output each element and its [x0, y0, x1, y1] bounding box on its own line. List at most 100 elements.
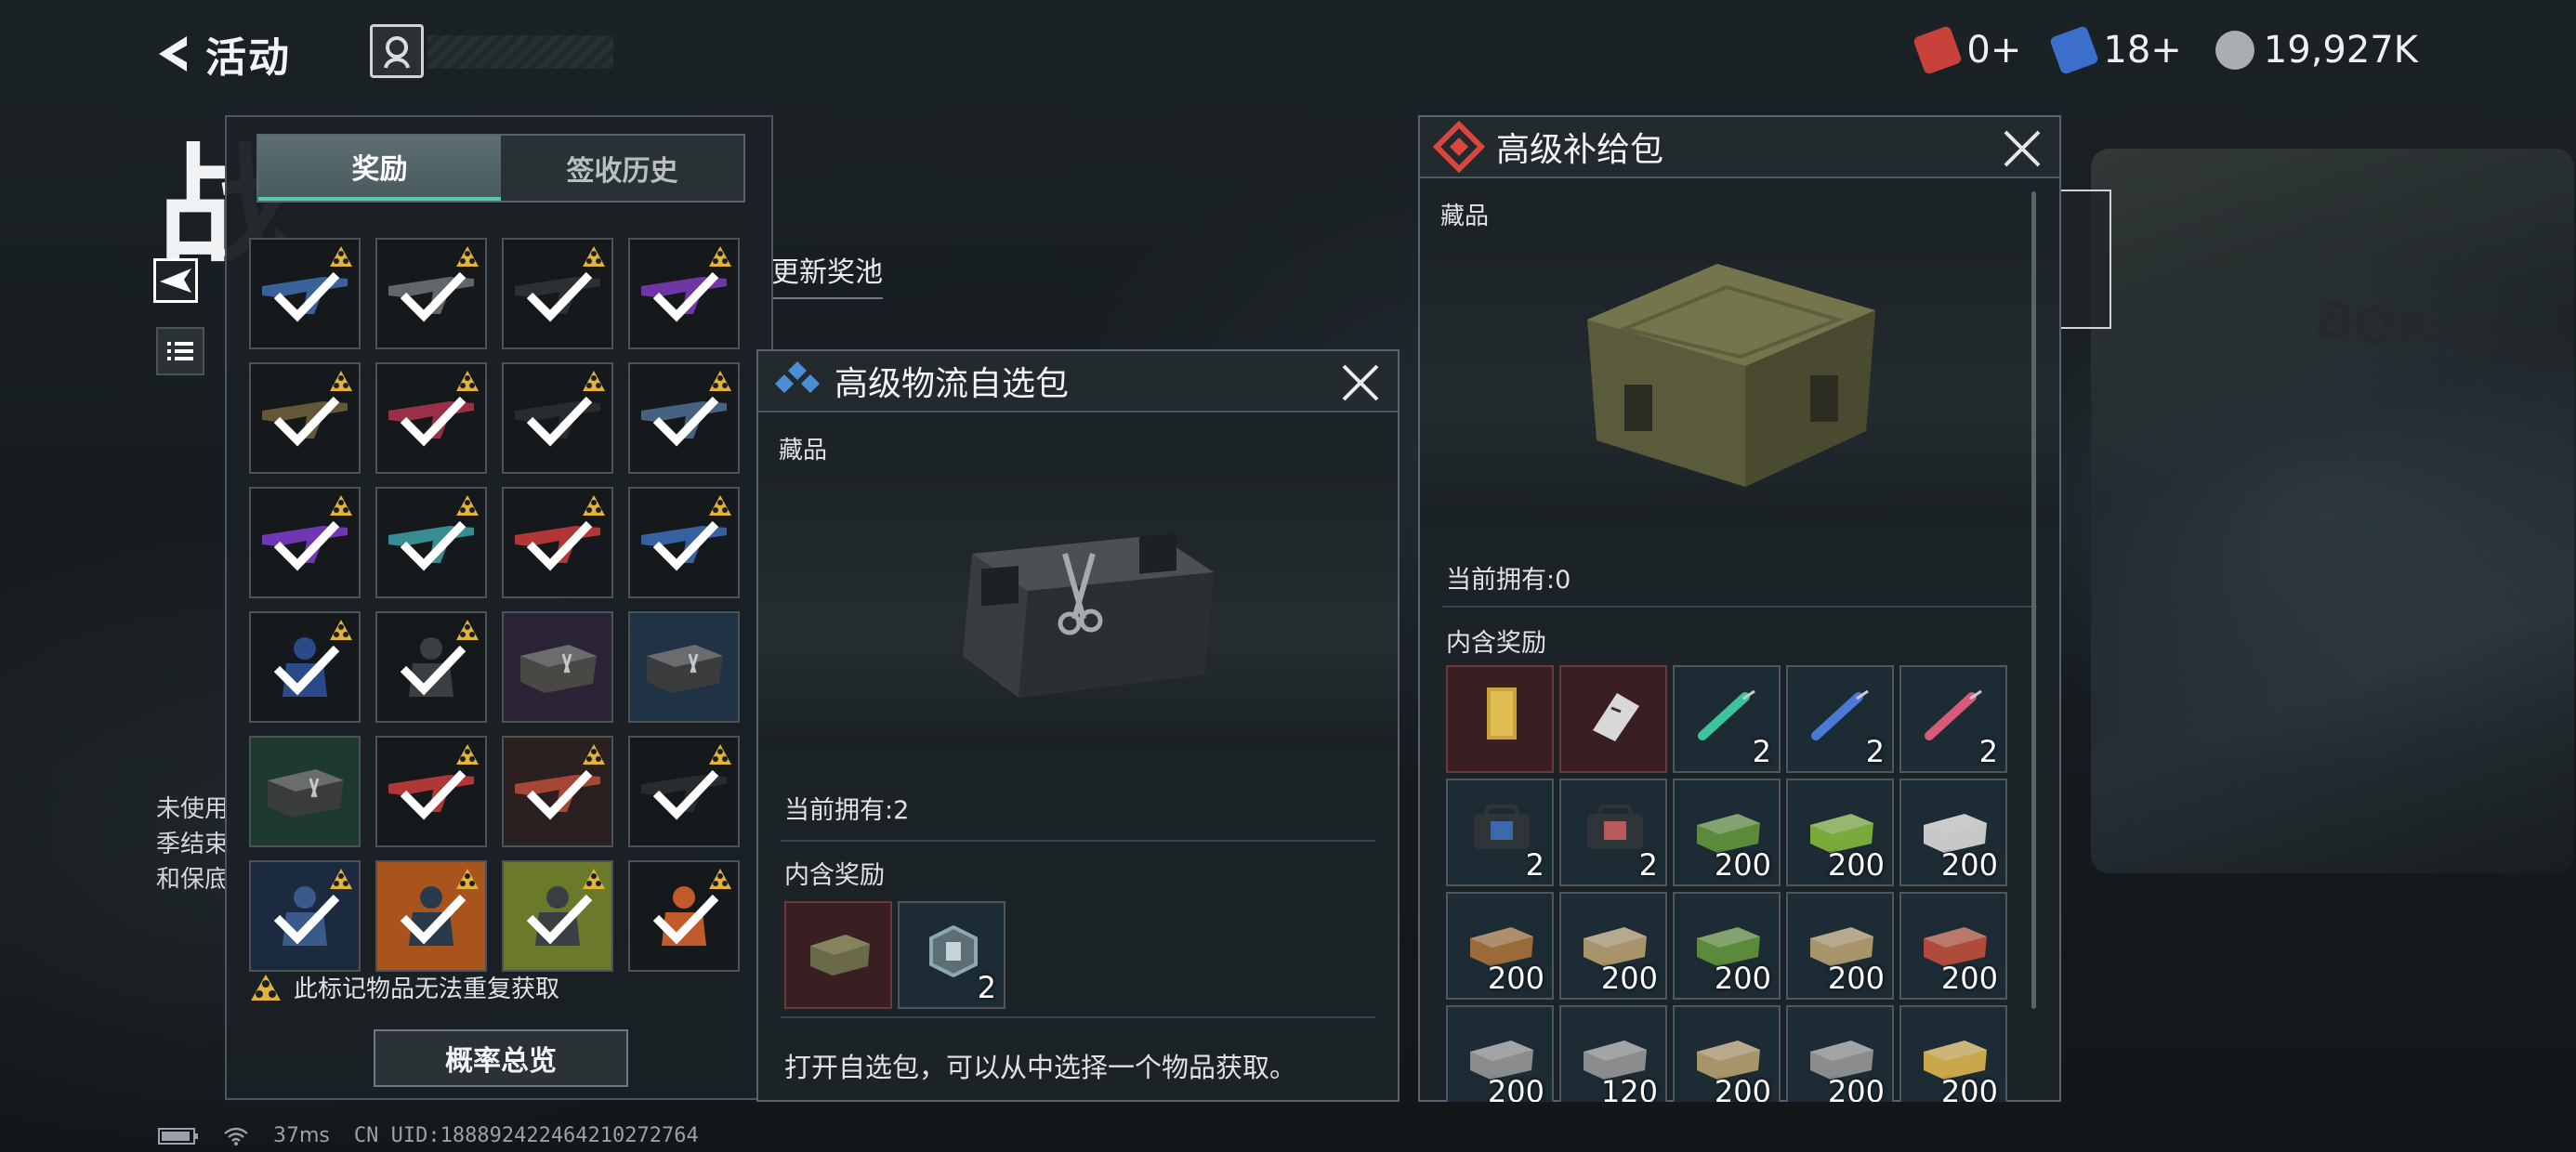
plane-icon: [153, 258, 198, 303]
reward-item[interactable]: [375, 736, 487, 847]
claimed-check-icon: [398, 268, 468, 323]
item-count: 2: [1638, 847, 1658, 883]
reward-content-item[interactable]: 2: [1559, 779, 1667, 886]
supply-case-icon: [520, 645, 597, 693]
note-line: 季结束: [156, 831, 230, 858]
item-count: 200: [1600, 961, 1658, 996]
claimed-check-icon: [398, 766, 468, 821]
reward-item[interactable]: [249, 362, 361, 474]
reward-content-item[interactable]: 2: [1446, 779, 1554, 886]
reward-content-item[interactable]: 200: [1446, 1005, 1554, 1102]
reward-item[interactable]: [502, 238, 613, 349]
item-count: 200: [1714, 961, 1771, 996]
reward-grid: [249, 238, 742, 1070]
reward-item[interactable]: [502, 611, 613, 723]
supply-case-icon: [647, 645, 723, 693]
reward-content-item[interactable]: 120: [1559, 1005, 1667, 1102]
ping-text: 37ms: [273, 1124, 330, 1147]
reward-item[interactable]: [249, 860, 361, 972]
claimed-check-icon: [271, 392, 342, 448]
reward-content-item[interactable]: 2: [1786, 665, 1894, 773]
reward-content-item[interactable]: 200: [1786, 779, 1894, 886]
currency-item[interactable]: 0+: [1912, 25, 2022, 75]
claimed-check-icon: [398, 641, 468, 697]
player-name-bar: [427, 35, 613, 69]
reward-item[interactable]: [628, 736, 740, 847]
scrollbar[interactable]: [2031, 191, 2036, 1009]
reward-content-item[interactable]: 200: [1899, 1005, 2007, 1102]
reward-content-item[interactable]: 2: [898, 901, 1005, 1009]
reward-content-item[interactable]: 200: [1899, 779, 2007, 886]
reward-item[interactable]: [502, 860, 613, 972]
reward-content-item[interactable]: 200: [1786, 892, 1894, 1000]
reward-tabs: 奖励 签收历史: [256, 134, 745, 203]
currency-item[interactable]: 18+: [2049, 25, 2182, 75]
unique-note-text: 此标记物品无法重复获取: [294, 975, 560, 1003]
reward-content-item[interactable]: [784, 901, 892, 1009]
reward-content-item[interactable]: 200: [1673, 779, 1781, 886]
refresh-pool-link[interactable]: 更新奖池: [771, 249, 883, 299]
back-button[interactable]: 活动: [153, 28, 339, 82]
currency-item[interactable]: 19,927K: [2215, 29, 2418, 72]
list-menu-icon[interactable]: [156, 327, 204, 375]
reward-item[interactable]: [375, 860, 487, 972]
unique-mark-icon: [455, 370, 480, 392]
item-count: 200: [1487, 1074, 1544, 1102]
currency-value: 0+: [1966, 29, 2022, 72]
reward-content-item[interactable]: 200: [1559, 892, 1667, 1000]
close-icon[interactable]: [2000, 126, 2044, 171]
reward-content-item[interactable]: 2: [1673, 665, 1781, 773]
reward-item[interactable]: [502, 362, 613, 474]
reward-content-item[interactable]: 200: [1673, 892, 1781, 1000]
reward-content-item[interactable]: 200: [1899, 892, 2007, 1000]
reward-item[interactable]: [628, 860, 740, 972]
tab-rewards[interactable]: 奖励: [258, 136, 501, 201]
unique-mark-icon: [455, 494, 480, 517]
reward-content-item[interactable]: [1446, 665, 1554, 773]
reward-item[interactable]: [502, 736, 613, 847]
unique-mark-icon: [708, 245, 732, 268]
reward-content-item[interactable]: 200: [1673, 1005, 1781, 1102]
reward-content-item[interactable]: 2: [1899, 665, 2007, 773]
reward-item[interactable]: [375, 611, 487, 723]
item-count: 2: [1752, 734, 1771, 769]
item-count: 120: [1600, 1074, 1658, 1102]
supply-case-icon: [1587, 264, 1875, 487]
claimed-check-icon: [651, 890, 721, 946]
contents-grid: 2: [758, 351, 1398, 1100]
claimed-check-icon: [524, 392, 595, 448]
reward-item[interactable]: [628, 611, 740, 723]
popup-description: 打开自选包，可以从中选择一个物品获取。: [784, 1052, 1297, 1083]
unique-mark-icon: [582, 868, 606, 890]
probability-overview-button[interactable]: 概率总览: [374, 1029, 628, 1087]
unique-mark-icon: [708, 370, 732, 392]
reward-item[interactable]: [249, 487, 361, 598]
reward-item[interactable]: [375, 487, 487, 598]
reward-item[interactable]: [375, 238, 487, 349]
unique-mark-icon: [455, 619, 480, 641]
tab-claim-history[interactable]: 签收历史: [501, 136, 743, 201]
unique-mark-icon: [251, 974, 281, 1001]
reward-item[interactable]: [628, 362, 740, 474]
item-count: 200: [1714, 1074, 1771, 1102]
claimed-check-icon: [651, 766, 721, 821]
logistics-pack-popup: 高级物流自选包 藏品 当前拥有:2 内含奖励 2 打开自选包，可以从中选择一个物…: [756, 349, 1400, 1102]
keycard-icon: [1593, 693, 1639, 741]
unique-mark-icon: [708, 868, 732, 890]
claimed-check-icon: [524, 268, 595, 323]
claimed-check-icon: [524, 766, 595, 821]
reward-item[interactable]: [628, 238, 740, 349]
reward-item[interactable]: [375, 362, 487, 474]
reward-item[interactable]: [249, 611, 361, 723]
reward-content-item[interactable]: 200: [1446, 892, 1554, 1000]
reward-item[interactable]: [249, 736, 361, 847]
popup-header: 高级补给包: [1420, 117, 2059, 178]
reward-item[interactable]: [628, 487, 740, 598]
reward-content-item[interactable]: [1559, 665, 1667, 773]
reward-item[interactable]: [249, 238, 361, 349]
unique-mark-icon: [329, 868, 353, 890]
reward-content-item[interactable]: 200: [1786, 1005, 1894, 1102]
reward-item[interactable]: [502, 487, 613, 598]
avatar[interactable]: [370, 24, 424, 78]
item-count: 200: [1940, 847, 1998, 883]
